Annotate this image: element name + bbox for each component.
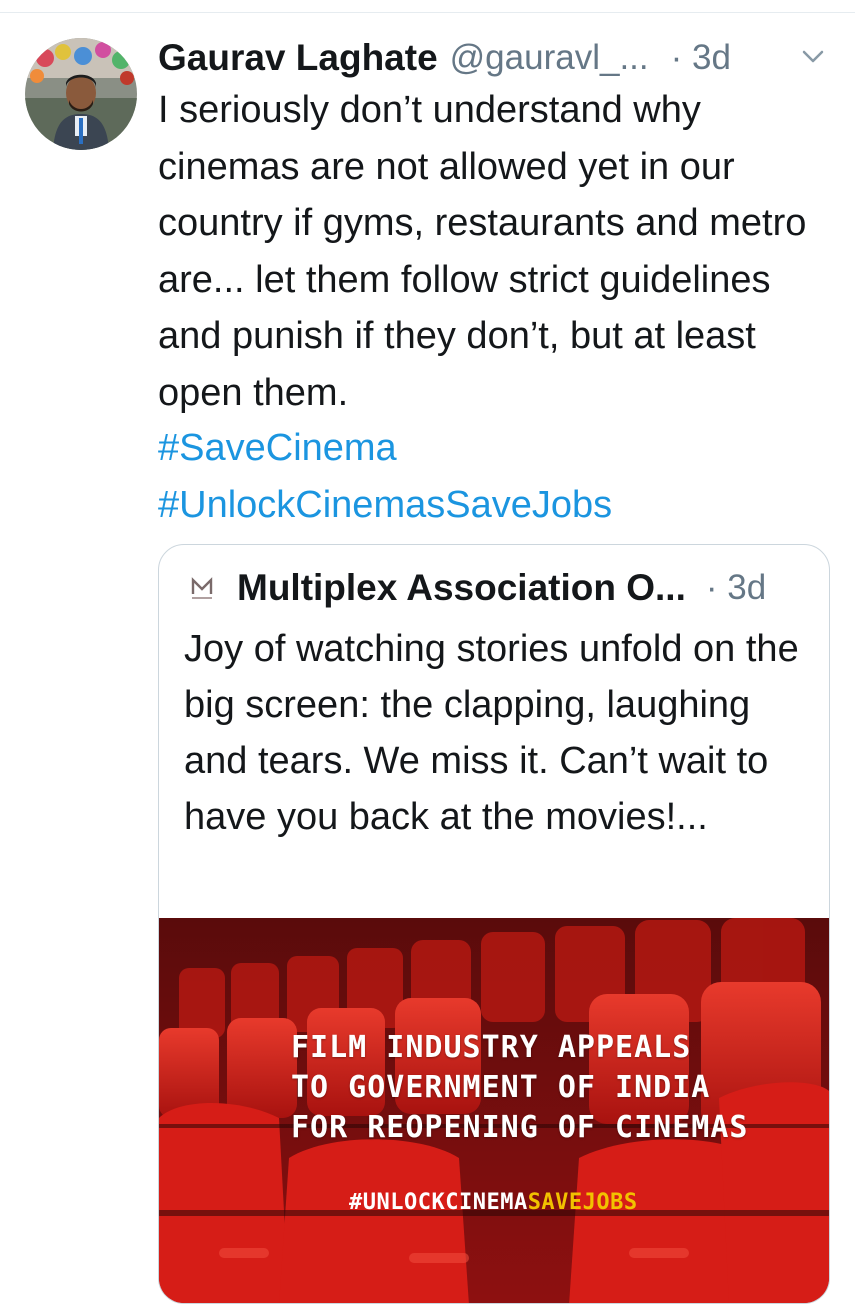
quoted-tweet-text: Joy of watching stories unfold on the bi… [184, 628, 799, 838]
quoted-tweet-timestamp[interactable]: · 3d [706, 568, 766, 608]
hashtag-link[interactable]: #UnlockCinemasSaveJobs [158, 477, 612, 534]
tweet-header: Gaurav Laghate @gauravl_... · 3d [158, 30, 838, 86]
tweet-text: I seriously don’t understand why cinemas… [158, 89, 807, 414]
hashtag-link[interactable]: #SaveCinema [158, 420, 612, 477]
quoted-tweet-card[interactable]: Multiplex Association O... · 3d Joy of w… [158, 544, 830, 1304]
image-caption: FILM INDUSTRY APPEALS TO GOVERNMENT OF I… [291, 1028, 749, 1148]
quoted-tweet-header: Multiplex Association O... · 3d [189, 567, 766, 609]
caption-line: FILM INDUSTRY APPEALS [291, 1030, 692, 1065]
tweet-hashtags: #SaveCinema #UnlockCinemasSaveJobs [158, 420, 612, 533]
image-hashtag-part2: SAVEJOBS [527, 1190, 638, 1215]
multiplex-logo-icon [190, 576, 214, 599]
quoted-author-name[interactable]: Multiplex Association O... [237, 567, 686, 609]
quoted-tweet-image[interactable]: FILM INDUSTRY APPEALS TO GOVERNMENT OF I… [159, 918, 829, 1303]
author-name[interactable]: Gaurav Laghate [158, 37, 438, 79]
tweet-timestamp[interactable]: · 3d [671, 38, 731, 78]
image-hashtag: #UNLOCKCINEMASAVEJOBS [349, 1190, 638, 1215]
caption-line: TO GOVERNMENT OF INDIA [291, 1070, 711, 1105]
top-divider [0, 12, 855, 13]
image-hashtag-part1: #UNLOCKCINEMA [349, 1190, 528, 1215]
chevron-down-icon[interactable] [800, 45, 826, 67]
author-handle[interactable]: @gauravl_... [450, 38, 649, 78]
author-avatar[interactable] [25, 38, 137, 150]
caption-line: FOR REOPENING OF CINEMAS [291, 1110, 749, 1145]
